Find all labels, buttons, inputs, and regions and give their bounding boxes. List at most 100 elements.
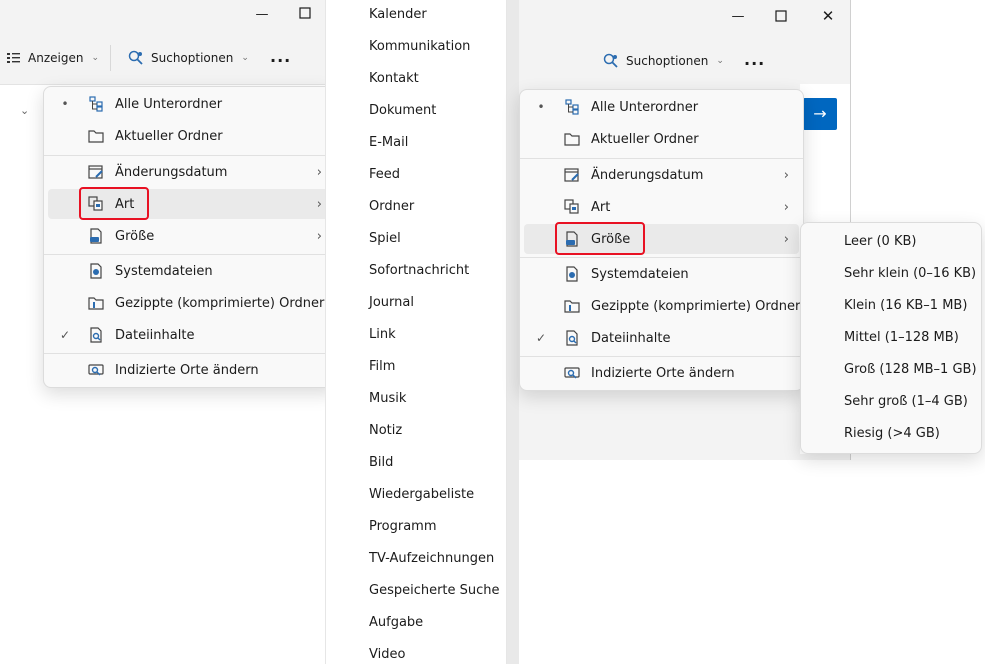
expand-chevron-icon[interactable]: ⌄ [20, 104, 29, 117]
menu-divider [44, 155, 336, 156]
chevron-right-icon: › [783, 167, 789, 183]
size-option[interactable]: Sehr groß (1–4 GB) [844, 394, 968, 409]
close-button[interactable]: ✕ [821, 9, 835, 24]
go-arrow-button[interactable]: → [803, 98, 837, 130]
type-option[interactable]: Notiz [369, 423, 402, 438]
menu-item-date-modified[interactable]: Änderungsdatum › [524, 160, 799, 190]
highlight-box-size [555, 222, 645, 255]
menu-item-label: Indizierte Orte ändern [115, 362, 259, 378]
left-search-options-menu: • Alle Unterordner Aktueller Ordner Ände… [43, 86, 337, 388]
chevron-right-icon: › [783, 199, 789, 215]
menu-item-label: Art [591, 199, 611, 215]
calendar-edit-icon [564, 167, 580, 183]
menu-item-file-contents[interactable]: ✓ Dateiinhalte [48, 320, 332, 350]
menu-item-current-folder[interactable]: Aktueller Ordner [48, 121, 332, 151]
minimize-button[interactable]: — [731, 10, 745, 24]
size-submenu: Leer (0 KB) Sehr klein (0–16 KB) Klein (… [800, 222, 982, 454]
search-gear-icon [602, 52, 620, 70]
size-option[interactable]: Riesig (>4 GB) [844, 426, 940, 441]
folder-icon [564, 131, 580, 147]
drive-icon [88, 228, 104, 244]
menu-item-indexed-locations[interactable]: Indizierte Orte ändern [524, 358, 799, 388]
bullet-mark: • [61, 97, 69, 111]
type-option[interactable]: Journal [369, 295, 414, 310]
menu-item-system-files[interactable]: Systemdateien [524, 259, 799, 289]
maximize-button[interactable] [775, 10, 789, 24]
chevron-right-icon: › [316, 196, 322, 212]
menu-item-current-folder[interactable]: Aktueller Ordner [524, 124, 799, 154]
menu-item-file-contents[interactable]: ✓ Dateiinhalte [524, 323, 799, 353]
type-option[interactable]: Link [369, 327, 396, 342]
menu-item-date-modified[interactable]: Änderungsdatum › [48, 157, 332, 187]
system-file-icon [88, 263, 104, 279]
type-option[interactable]: Programm [369, 519, 437, 534]
more-options-button[interactable]: ... [270, 47, 291, 66]
search-options-label: Suchoptionen [626, 54, 709, 68]
size-option[interactable]: Klein (16 KB–1 MB) [844, 298, 967, 313]
search-options-button[interactable]: Suchoptionen ⌄ [127, 47, 249, 69]
menu-item-zipped-folders[interactable]: Gezippte (komprimierte) Ordner [48, 288, 332, 318]
menu-item-system-files[interactable]: Systemdateien [48, 256, 332, 286]
copy-docs-icon [564, 199, 580, 215]
menu-item-all-subfolders[interactable]: • Alle Unterordner [48, 89, 332, 119]
menu-divider [520, 257, 803, 258]
menu-item-label: Dateiinhalte [591, 330, 671, 346]
type-option[interactable]: TV-Aufzeichnungen [369, 551, 494, 566]
size-option[interactable]: Mittel (1–128 MB) [844, 330, 959, 345]
size-option[interactable]: Groß (128 MB–1 GB) [844, 362, 977, 377]
search-options-button[interactable]: Suchoptionen ⌄ [602, 50, 724, 72]
menu-item-label: Größe [115, 228, 155, 244]
type-option[interactable]: Kommunikation [369, 39, 470, 54]
view-label: Anzeigen [28, 51, 84, 65]
zip-folder-icon [564, 298, 580, 314]
left-window-toolbar: Anzeigen ⌄ Suchoptionen ⌄ ... [0, 32, 330, 85]
type-option[interactable]: E-Mail [369, 135, 408, 150]
size-option[interactable]: Sehr klein (0–16 KB) [844, 266, 976, 281]
minimize-button[interactable]: — [255, 8, 269, 22]
type-option[interactable]: Kontakt [369, 71, 419, 86]
type-option[interactable]: Dokument [369, 103, 436, 118]
type-option[interactable]: Musik [369, 391, 406, 406]
folder-icon [88, 128, 104, 144]
menu-item-label: Systemdateien [115, 263, 213, 279]
type-option[interactable]: Feed [369, 167, 400, 182]
view-button[interactable]: Anzeigen ⌄ [6, 47, 99, 69]
chevron-right-icon: › [316, 164, 322, 180]
left-window-titlebar: — [0, 0, 330, 32]
system-file-icon [564, 266, 580, 282]
type-option[interactable]: Spiel [369, 231, 401, 246]
chevron-down-icon: ⌄ [241, 53, 249, 63]
type-option[interactable]: Kalender [369, 7, 427, 22]
menu-divider [44, 353, 336, 354]
menu-item-indexed-locations[interactable]: Indizierte Orte ändern [48, 355, 332, 385]
menu-item-label: Aktueller Ordner [115, 128, 223, 144]
search-doc-icon [88, 327, 104, 343]
search-gear-icon [127, 49, 145, 67]
type-option[interactable]: Aufgabe [369, 615, 423, 630]
checkmark-icon: ✓ [535, 331, 547, 345]
menu-item-label: Aktueller Ordner [591, 131, 699, 147]
checkmark-icon: ✓ [59, 328, 71, 342]
type-option[interactable]: Ordner [369, 199, 414, 214]
chevron-right-icon: › [783, 231, 789, 247]
maximize-button[interactable] [299, 7, 313, 21]
more-options-button[interactable]: ... [744, 50, 765, 69]
menu-item-type[interactable]: Art › [524, 192, 799, 222]
type-option[interactable]: Video [369, 647, 405, 662]
menu-item-zipped-folders[interactable]: Gezippte (komprimierte) Ordner [524, 291, 800, 321]
menu-item-label: Indizierte Orte ändern [591, 365, 735, 381]
type-option[interactable]: Gespeicherte Suche [369, 583, 500, 598]
type-option[interactable]: Film [369, 359, 395, 374]
menu-item-all-subfolders[interactable]: • Alle Unterordner [524, 92, 799, 122]
type-submenu-list: Kalender Kommunikation Kontakt Dokument … [325, 0, 507, 664]
chevron-right-icon: › [316, 228, 322, 244]
chevron-down-icon: ⌄ [91, 53, 99, 63]
tree-icon [88, 96, 104, 112]
size-option[interactable]: Leer (0 KB) [844, 234, 916, 249]
menu-item-size[interactable]: Größe › [48, 221, 332, 251]
type-option[interactable]: Wiedergabeliste [369, 487, 474, 502]
calendar-edit-icon [88, 164, 104, 180]
type-option[interactable]: Bild [369, 455, 393, 470]
type-option[interactable]: Sofortnachricht [369, 263, 469, 278]
tree-icon [564, 99, 580, 115]
